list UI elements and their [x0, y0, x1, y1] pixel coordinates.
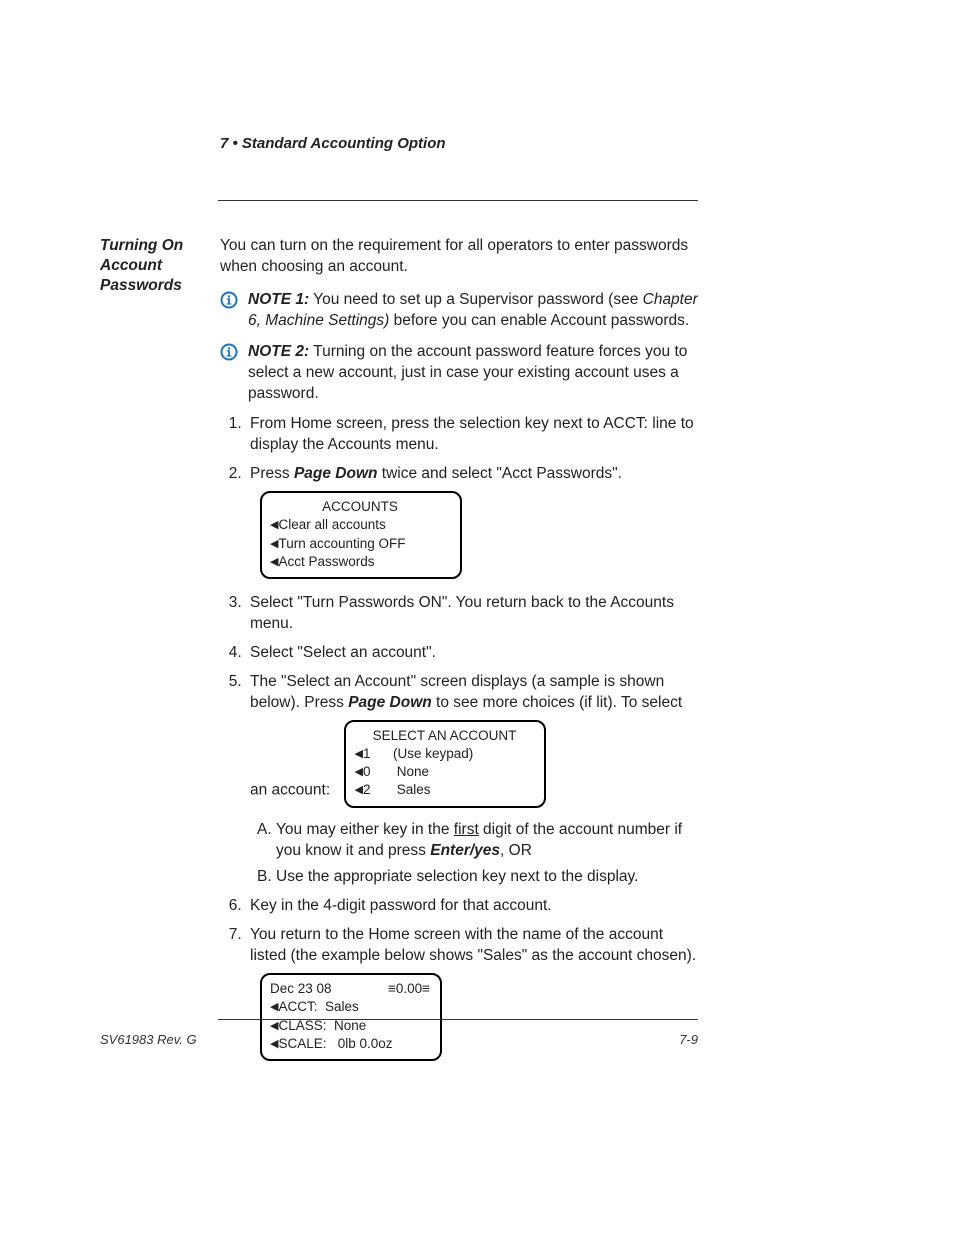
screen-accounts: ACCOUNTS ◀Clear all accounts ◀Turn accou… [260, 491, 462, 579]
screen-select-line2: ◀0 None [354, 763, 534, 781]
running-chapter: 7 • Standard Accounting Option [220, 135, 446, 152]
left-arrow-icon: ◀ [270, 518, 278, 533]
note-1: NOTE 1: You need to set up a Supervisor … [220, 290, 698, 332]
screen-select-account: SELECT AN ACCOUNT ◀1 (Use keypad) ◀0 Non… [344, 720, 546, 808]
left-arrow-icon: ◀ [270, 1000, 278, 1015]
info-icon [220, 291, 238, 309]
substeps-list: You may either key in the first digit of… [250, 820, 698, 889]
left-arrow-icon: ◀ [270, 555, 278, 570]
step-6-text: Key in the 4-digit password for that acc… [250, 897, 552, 914]
info-icon [220, 343, 238, 361]
left-arrow-icon: ◀ [354, 765, 362, 780]
left-arrow-icon: ◀ [354, 783, 362, 798]
screen-select-line1: ◀1 (Use keypad) [354, 745, 534, 763]
substep-a: You may either key in the first digit of… [276, 820, 698, 862]
side-heading: Turning On Account Passwords [100, 236, 210, 296]
step-6: Key in the 4-digit password for that acc… [246, 896, 698, 917]
substep-b-text: Use the appropriate selection key next t… [276, 868, 638, 885]
left-arrow-icon: ◀ [270, 537, 278, 552]
step-4: Select "Select an account". [246, 643, 698, 664]
substep-a-first: first [454, 821, 479, 838]
screen-accounts-line2: ◀Turn accounting OFF [270, 535, 450, 553]
screen-home-date: Dec 23 08 [270, 980, 332, 998]
substep-a-1: You may either key in the [276, 821, 454, 838]
footer-left: SV61983 Rev. G [100, 1032, 197, 1047]
step-2-key: Page Down [294, 465, 378, 482]
step-4-text: Select "Select an account". [250, 644, 436, 661]
screen-accounts-line3: ◀Acct Passwords [270, 553, 450, 571]
body-block: You can turn on the requirement for all … [220, 236, 698, 1067]
step-7-text: You return to the Home screen with the n… [250, 926, 696, 964]
screen-select-title: SELECT AN ACCOUNT [354, 727, 534, 745]
bottom-rule [218, 1019, 698, 1020]
step-2-c: twice and select "Acct Passwords". [377, 465, 621, 482]
step-5: The "Select an Account" screen displays … [246, 672, 698, 888]
steps-list: From Home screen, press the selection ke… [220, 414, 698, 1067]
step-2: Press Page Down twice and select "Acct P… [246, 464, 698, 585]
content-area: Turning On Account Passwords You can tur… [100, 236, 698, 1075]
document-page: 7 • Standard Accounting Option Turning O… [0, 0, 954, 1235]
step-3: Select "Turn Passwords ON". You return b… [246, 593, 698, 635]
substep-a-3: , OR [500, 842, 532, 859]
note-2-plain: Turning on the account password feature … [248, 343, 687, 402]
screen-home-line3: ◀SCALE: 0lb 0.0oz [270, 1035, 430, 1053]
screen-home: Dec 23 08 ≡0.00≡ ◀ACCT: Sales ◀CLASS: No… [260, 973, 442, 1061]
substep-a-enter: Enter/yes [430, 842, 500, 859]
left-arrow-icon: ◀ [354, 747, 362, 762]
step-5-key: Page Down [348, 694, 432, 711]
note-2-text: NOTE 2: Turning on the account password … [248, 342, 698, 405]
note-2-label: NOTE 2: [248, 343, 309, 360]
intro-paragraph: You can turn on the requirement for all … [220, 236, 698, 278]
note-1-text: NOTE 1: You need to set up a Supervisor … [248, 290, 698, 332]
step-1: From Home screen, press the selection ke… [246, 414, 698, 456]
note-1-before: You need to set up a Supervisor password… [309, 291, 642, 308]
left-arrow-icon: ◀ [270, 1037, 278, 1052]
screen-select-line3: ◀2 Sales [354, 781, 534, 799]
screen-home-line1: ◀ACCT: Sales [270, 998, 430, 1016]
screen-home-amount: ≡0.00≡ [388, 980, 430, 998]
note-1-after: before you can enable Account passwords. [389, 312, 689, 329]
footer-right: 7-9 [679, 1032, 698, 1047]
running-head: 7 • Standard Accounting Option [0, 135, 954, 152]
note-2: NOTE 2: Turning on the account password … [220, 342, 698, 405]
top-rule [218, 200, 698, 201]
note-1-label: NOTE 1: [248, 291, 309, 308]
step-7: You return to the Home screen with the n… [246, 925, 698, 1067]
step-3-text: Select "Turn Passwords ON". You return b… [250, 594, 674, 632]
substep-b: Use the appropriate selection key next t… [276, 867, 698, 888]
screen-home-top: Dec 23 08 ≡0.00≡ [270, 980, 430, 998]
screen-accounts-line1: ◀Clear all accounts [270, 516, 450, 534]
step-1-text: From Home screen, press the selection ke… [250, 415, 694, 453]
step-2-a: Press [250, 465, 294, 482]
screen-accounts-title: ACCOUNTS [270, 498, 450, 516]
left-arrow-icon: ◀ [270, 1019, 278, 1034]
